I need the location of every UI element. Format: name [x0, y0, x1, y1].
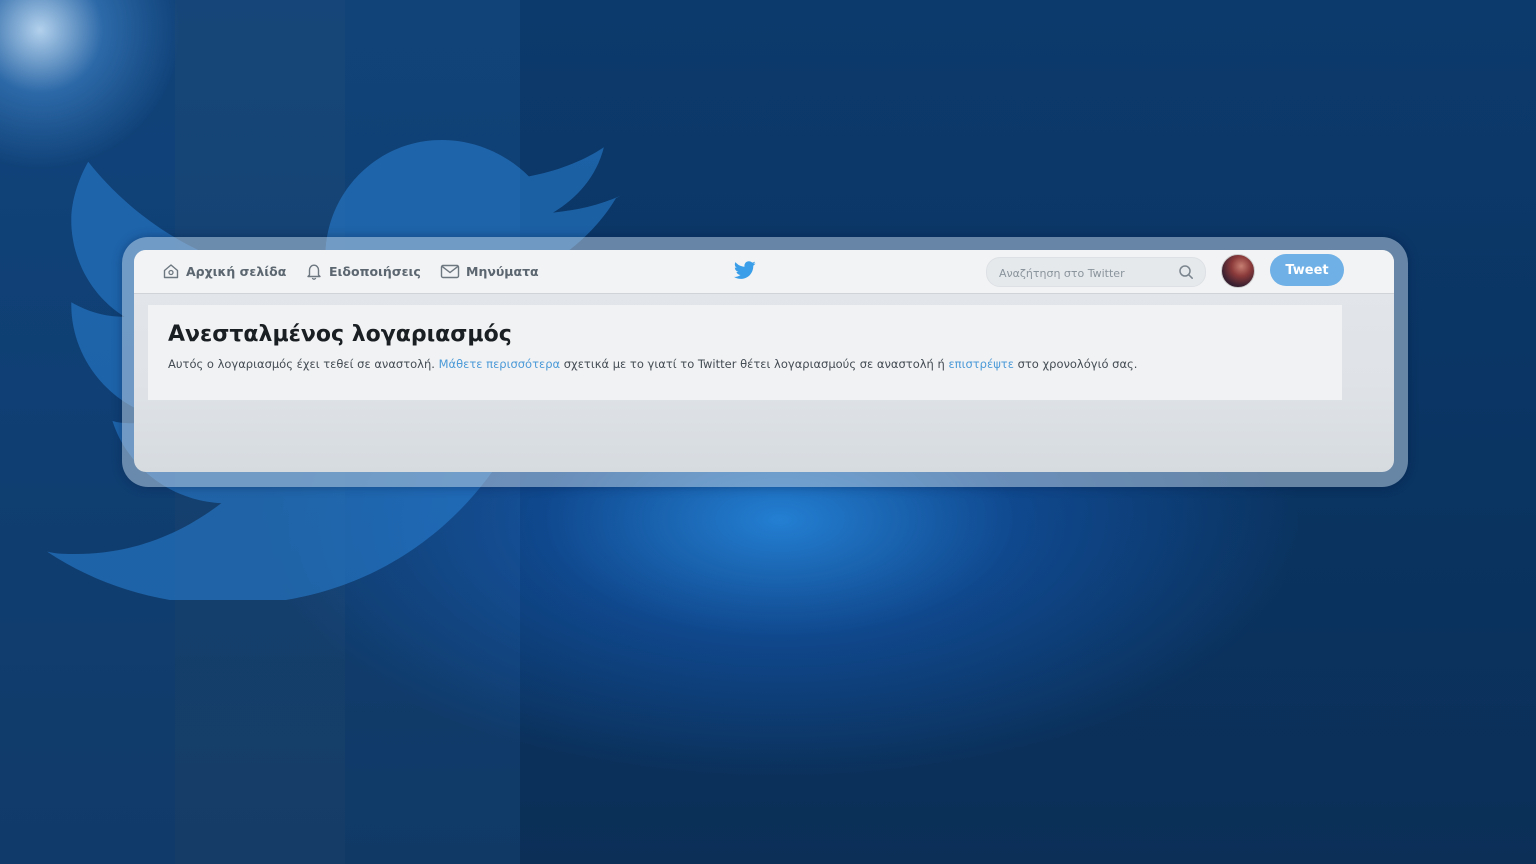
twitter-bird-icon[interactable] [734, 260, 756, 280]
search-box [986, 257, 1206, 287]
search-icon[interactable] [1178, 264, 1194, 280]
twitter-window: Αρχική σελίδα Ειδοποιήσεις Μηνύματα Αναζ… [134, 250, 1394, 472]
tweet-button[interactable]: Tweet [1270, 254, 1344, 286]
nav-item-notifications[interactable]: Ειδοποιήσεις [305, 260, 421, 282]
suspended-notice: Ανεσταλμένος λογαριασμός Αυτός ο λογαρια… [148, 305, 1342, 400]
search-input[interactable] [997, 262, 1171, 284]
bell-icon [307, 264, 321, 280]
avatar[interactable] [1221, 254, 1255, 288]
top-navigation-bar: Αρχική σελίδα Ειδοποιήσεις Μηνύματα Αναζ… [134, 250, 1394, 294]
nav-item-label: Ειδοποιήσεις [329, 263, 421, 279]
home-icon [163, 264, 179, 279]
learn-more-link[interactable]: Μάθετε περισσότερα [439, 357, 561, 371]
suspension-message: Αυτός ο λογαριασμός έχει τεθεί σε αναστο… [168, 357, 1137, 371]
nav-item-label: Αρχική σελίδα [186, 263, 287, 279]
nav-item-home[interactable]: Αρχική σελίδα [162, 260, 286, 282]
page-title: Ανεσταλμένος λογαριασμός [168, 322, 512, 347]
envelope-icon [440, 264, 460, 279]
message-text: στο χρονολόγιό σας. [1013, 357, 1138, 371]
nav-item-messages[interactable]: Μηνύματα [440, 260, 539, 282]
message-text: Αυτός ο λογαριασμός έχει τεθεί σε αναστο… [168, 357, 439, 371]
return-to-timeline-link[interactable]: επιστρέψτε [948, 357, 1014, 371]
message-text: σχετικά με το γιατί το Twitter θέτει λογ… [560, 357, 949, 371]
nav-item-label: Μηνύματα [466, 263, 539, 279]
